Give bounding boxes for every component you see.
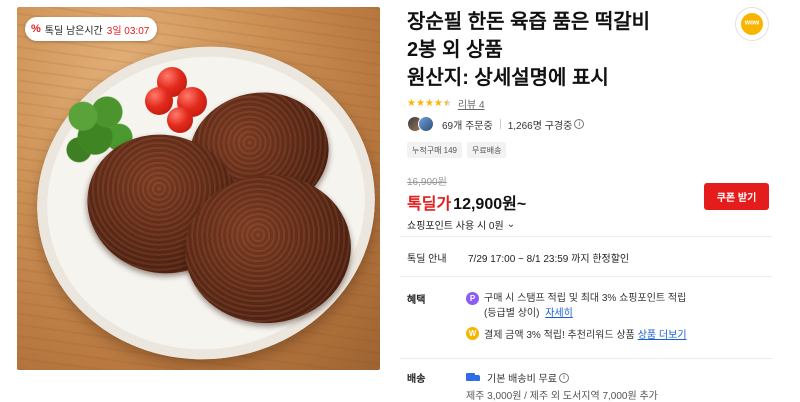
- deal-price: 12,900원~: [453, 196, 527, 213]
- shipping-label: 배송: [407, 374, 426, 385]
- benefit-reward: W 결제 금액 3% 적립! 추천리워드 상품 상품 더보기: [466, 326, 687, 341]
- benefit-text: 구매 시 스탬프 적립 및 최대 3% 쇼핑포인트 적립: [484, 293, 687, 304]
- rating-row: ★ ★ ★ ★ ★ 리뷰 4: [407, 96, 485, 111]
- viewers-count: 1,266명 구경중: [507, 120, 573, 132]
- reward-coin-icon: W: [466, 327, 479, 340]
- product-title: 장순필 한돈 육즙 품은 떡갈비 2봉 외 상품 원산지: 상세설명에 표시: [407, 8, 707, 92]
- product-tags: 누적구매 149 무료배송: [407, 142, 507, 158]
- shipping-info[interactable]: 기본 배송비 무료 i: [466, 370, 569, 385]
- info-icon[interactable]: i: [574, 119, 585, 129]
- divider: [400, 276, 772, 277]
- shipping-fee: 기본 배송비 무료: [487, 374, 557, 385]
- deal-info-label: 톡딜 안내: [407, 254, 447, 265]
- star-half-icon: ★: [443, 98, 452, 109]
- benefit-stamp-points: P 구매 시 스탬프 적립 및 최대 3% 쇼핑포인트 적립 (등급별 상이) …: [466, 291, 766, 321]
- point-coin-icon: P: [466, 292, 479, 305]
- price-row: 톡딜가 12,900원~: [407, 190, 526, 214]
- star-full-icon: ★: [415, 97, 425, 109]
- avatar: [418, 116, 434, 132]
- shopping-points-label: 쇼핑포인트 사용 시 0원: [407, 221, 504, 232]
- divider: [400, 358, 772, 359]
- badge-timer: 3일 03:07: [106, 25, 150, 37]
- benefit-subtext: (등급별 상이): [484, 308, 540, 319]
- product-title-line: 장순필 한돈 육즙 품은 떡갈비: [407, 11, 651, 33]
- star-full-icon: ★: [433, 97, 443, 109]
- deal-period: 7/29 17:00 ~ 8/1 23:59 까지 한정할인: [468, 254, 630, 265]
- deal-price-label: 톡딜가: [407, 196, 452, 213]
- cherry-tomato: [167, 107, 193, 133]
- cherry-tomato: [145, 87, 173, 115]
- activity-stats: 69개 주문중 1,266명 구경중 i: [407, 116, 585, 132]
- more-products-link[interactable]: 상품 더보기: [638, 326, 687, 341]
- star-rating: ★ ★ ★ ★ ★: [407, 97, 452, 109]
- tag-free-shipping: 무료배송: [467, 142, 507, 158]
- benefit-text: 결제 금액 3% 적립! 추천리워드 상품: [484, 330, 635, 341]
- star-full-icon: ★: [424, 97, 434, 109]
- star-full-icon: ★: [407, 97, 416, 109]
- benefits-label: 혜택: [407, 295, 426, 306]
- shopping-points-dropdown[interactable]: 쇼핑포인트 사용 시 0원 ⌄: [407, 217, 515, 232]
- talk-share-button[interactable]: ʷᵒʷ: [735, 7, 769, 41]
- get-coupon-button[interactable]: 쿠폰 받기: [704, 183, 769, 210]
- product-title-line: 원산지: 상세설명에 표시: [407, 67, 609, 89]
- product-image[interactable]: % 톡딜 남은시간 3일 03:07: [17, 7, 380, 370]
- info-icon[interactable]: i: [558, 372, 569, 383]
- divider: [499, 119, 501, 129]
- orders-count: 69개 주문중: [442, 120, 493, 132]
- divider: [400, 236, 772, 237]
- original-price: 16,900원: [407, 177, 447, 188]
- truck-icon: [466, 372, 481, 383]
- badge-label: 톡딜 남은시간: [44, 25, 103, 37]
- deal-countdown-badge: % 톡딜 남은시간 3일 03:07: [25, 17, 158, 41]
- buyer-avatars: [407, 116, 434, 132]
- details-link[interactable]: 자세히: [545, 308, 573, 319]
- extra-shipping-fee: 제주 3,000원 / 제주 외 도서지역 7,000원 추가: [466, 391, 658, 402]
- talk-share-icon: ʷᵒʷ: [741, 13, 763, 35]
- percent-tag-icon: %: [31, 23, 41, 35]
- product-title-line: 2봉 외 상품: [407, 39, 503, 61]
- review-link[interactable]: 리뷰 4: [458, 96, 485, 111]
- tag-cumulative-purchases: 누적구매 149: [407, 142, 463, 158]
- chevron-down-icon: ⌄: [506, 219, 516, 230]
